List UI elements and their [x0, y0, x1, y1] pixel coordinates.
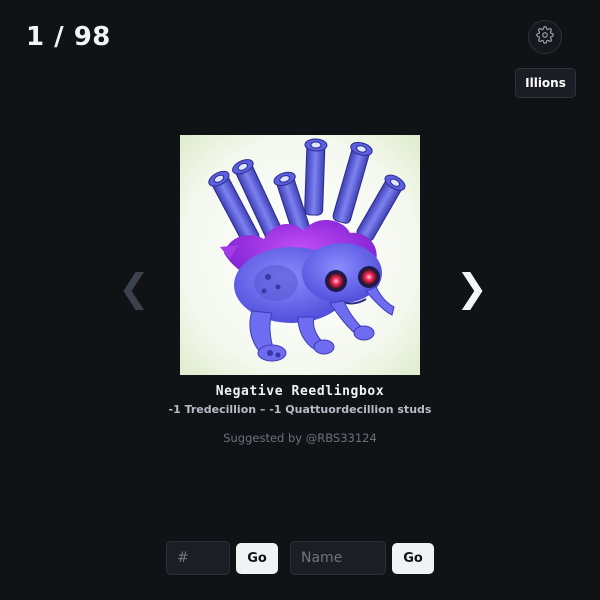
- item-value: -1 Tredecillion – -1 Quattuordecillion s…: [168, 403, 432, 416]
- next-button[interactable]: ❯: [456, 266, 488, 310]
- number-input[interactable]: [166, 541, 230, 575]
- creature-image: [180, 135, 420, 375]
- gear-icon: [536, 26, 554, 48]
- go-name-button[interactable]: Go: [392, 543, 434, 574]
- item-counter: 1 / 98: [26, 22, 111, 52]
- illions-button[interactable]: Illions: [515, 68, 576, 98]
- name-input[interactable]: [290, 541, 386, 575]
- suggested-by: Suggested by @RBS33124: [223, 431, 377, 445]
- previous-button[interactable]: ❮: [118, 266, 150, 310]
- settings-button[interactable]: [528, 20, 562, 54]
- item-name: Negative Reedlingbox: [215, 384, 385, 399]
- go-number-button[interactable]: Go: [236, 543, 278, 574]
- viewer-page: 1 / 98 Illions ❮ ❯ Negative Reedlingbox …: [0, 0, 600, 600]
